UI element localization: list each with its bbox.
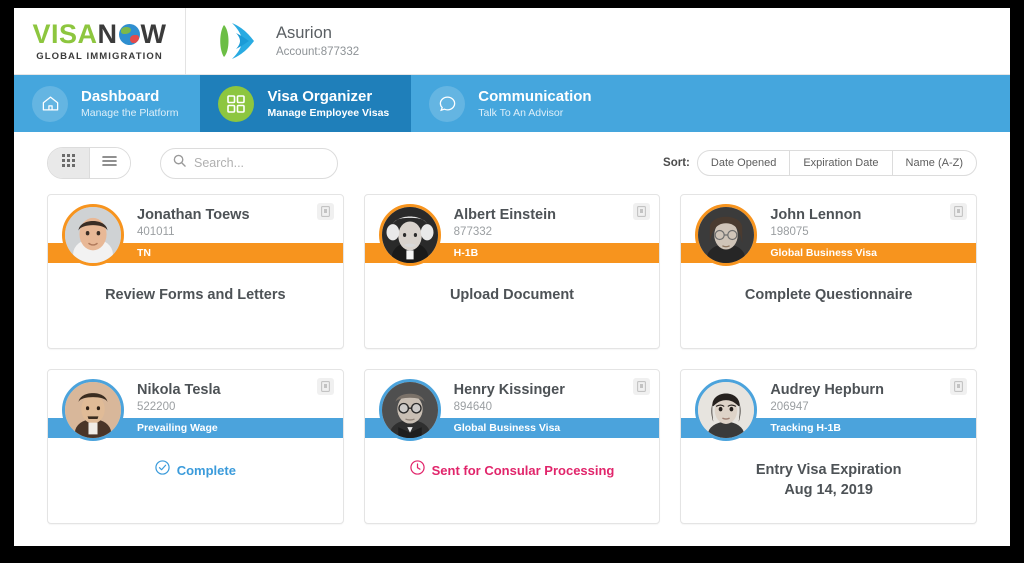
- grid-view-button[interactable]: [48, 148, 89, 178]
- logo-w-text: W: [140, 18, 167, 49]
- avatar-nikola-tesla: [62, 379, 124, 441]
- app-window: VISA N W GLOBAL IMMIGRATION Asurion Accoun…: [14, 8, 1010, 546]
- card-header: John Lennon 198075 Global Business Visa: [681, 195, 976, 267]
- logo-n-text: N: [97, 18, 118, 49]
- list-view-button[interactable]: [88, 148, 130, 178]
- content-toolbar: Sort: Date Opened Expiration Date Name (…: [14, 132, 1010, 194]
- logo-tagline: GLOBAL IMMIGRATION: [36, 50, 163, 62]
- card-person-id: 894640: [453, 400, 493, 413]
- visa-card-grid: Jonathan Toews 401011 TN Review Forms an…: [14, 194, 1010, 524]
- clock-icon: [409, 460, 425, 480]
- card-person-id: 206947: [770, 400, 809, 413]
- card-header: Jonathan Toews 401011 TN: [48, 195, 343, 267]
- card-status-label: Sent for Consular Processing: [431, 462, 615, 478]
- visanow-logo[interactable]: VISA N W GLOBAL IMMIGRATION: [14, 8, 186, 75]
- visa-card[interactable]: Henry Kissinger 894640 Global Business V…: [363, 369, 661, 524]
- app-header: VISA N W GLOBAL IMMIGRATION Asurion Accoun…: [14, 8, 1010, 75]
- globe-icon: [118, 23, 140, 45]
- document-icon[interactable]: [633, 203, 651, 220]
- sort-button-group: Date Opened Expiration Date Name (A-Z): [696, 150, 977, 176]
- nav-label-communication: Communication: [478, 87, 592, 105]
- card-body: Sent for Consular Processing: [365, 442, 660, 523]
- sort-label: Sort:: [663, 157, 690, 169]
- chat-bubble-icon: [429, 85, 466, 122]
- card-task-label: Complete Questionnaire: [744, 287, 913, 303]
- nav-label-dashboard: Dashboard: [81, 87, 160, 105]
- avatar-jonathan-toews: [62, 204, 124, 266]
- card-person-id: 401011: [137, 225, 175, 238]
- nav-sublabel-communication: Talk To An Advisor: [478, 106, 564, 119]
- document-icon[interactable]: [949, 378, 967, 395]
- nav-sublabel-visa-organizer: Manage Employee Visas: [267, 106, 390, 119]
- grid-view-icon: [61, 154, 75, 172]
- card-body: Complete: [48, 442, 343, 523]
- nav-item-visa-organizer[interactable]: Visa Organizer Manage Employee Visas: [200, 75, 412, 132]
- card-person-id: 198075: [770, 225, 809, 238]
- search-box[interactable]: [160, 147, 338, 179]
- card-task-label: Review Forms and Letters: [105, 287, 286, 303]
- card-header: Nikola Tesla 522200 Prevailing Wage: [48, 370, 343, 442]
- card-person-name: John Lennon: [770, 207, 862, 223]
- card-body: Review Forms and Letters: [48, 267, 343, 348]
- asurion-logo-icon: [216, 19, 262, 63]
- logo-visa-text: VISA: [32, 18, 98, 49]
- check-circle-icon: [155, 460, 170, 480]
- account-number: Account:877332: [276, 45, 360, 58]
- card-header: Henry Kissinger 894640 Global Business V…: [364, 370, 660, 442]
- card-task-label: Entry Visa Expiration: [755, 462, 902, 478]
- avatar-audrey-hepburn: [695, 379, 758, 441]
- main-navigation: Dashboard Manage the Platform Visa Organ…: [14, 75, 1010, 132]
- nav-item-dashboard[interactable]: Dashboard Manage the Platform: [14, 75, 200, 132]
- card-person-name: Henry Kissinger: [453, 382, 565, 398]
- search-input[interactable]: [194, 156, 325, 170]
- card-person-name: Albert Einstein: [453, 207, 556, 223]
- nav-sublabel-dashboard: Manage the Platform: [81, 106, 179, 119]
- sort-button-date-opened[interactable]: Date Opened: [698, 151, 789, 175]
- card-body: Upload Document: [365, 267, 660, 348]
- document-icon[interactable]: [316, 203, 334, 220]
- card-expiration-date: Aug 14, 2019: [784, 482, 873, 499]
- document-icon[interactable]: [949, 203, 967, 220]
- card-task-label: Upload Document: [449, 287, 575, 303]
- card-person-name: Audrey Hepburn: [770, 382, 884, 398]
- account-name: Asurion: [276, 24, 332, 42]
- search-icon: [173, 154, 186, 172]
- avatar-henry-kissinger: [378, 379, 441, 441]
- grid-icon: [218, 85, 255, 122]
- visa-card[interactable]: Nikola Tesla 522200 Prevailing Wage Comp…: [47, 369, 344, 524]
- sort-controls: Sort: Date Opened Expiration Date Name (…: [663, 150, 977, 176]
- card-status-label: Complete: [176, 462, 236, 478]
- card-header: Albert Einstein 877332 H-1B: [364, 195, 660, 267]
- account-block: Asurion Account:877332: [186, 19, 359, 63]
- card-person-name: Nikola Tesla: [137, 382, 221, 398]
- document-icon[interactable]: [633, 378, 651, 395]
- visa-card[interactable]: Albert Einstein 877332 H-1B Upload Docum…: [363, 194, 661, 349]
- visa-card[interactable]: Audrey Hepburn 206947 Tracking H-1B Entr…: [680, 369, 977, 524]
- view-mode-toggle: [47, 147, 131, 179]
- card-person-id: 877332: [453, 225, 493, 238]
- list-view-icon: [102, 154, 118, 172]
- nav-item-communication[interactable]: Communication Talk To An Advisor: [411, 75, 613, 132]
- card-person-id: 522200: [137, 400, 176, 413]
- card-status: Sent for Consular Processing: [409, 460, 615, 480]
- visanow-wordmark: VISA N W: [32, 18, 167, 49]
- avatar-john-lennon: [695, 204, 758, 266]
- visa-card[interactable]: John Lennon 198075 Global Business Visa …: [680, 194, 977, 349]
- card-header: Audrey Hepburn 206947 Tracking H-1B: [681, 370, 976, 442]
- nav-label-visa-organizer: Visa Organizer: [267, 87, 373, 105]
- avatar-albert-einstein: [378, 204, 441, 266]
- document-icon[interactable]: [316, 378, 334, 395]
- card-person-name: Jonathan Toews: [137, 207, 250, 223]
- sort-button-expiration-date[interactable]: Expiration Date: [789, 151, 891, 175]
- sort-button-name-az[interactable]: Name (A-Z): [891, 151, 976, 175]
- visa-card[interactable]: Jonathan Toews 401011 TN Review Forms an…: [47, 194, 344, 349]
- home-icon: [32, 85, 68, 122]
- card-body: Complete Questionnaire: [681, 267, 976, 348]
- card-status: Complete: [155, 460, 236, 480]
- card-body: Entry Visa Expiration Aug 14, 2019: [681, 442, 976, 523]
